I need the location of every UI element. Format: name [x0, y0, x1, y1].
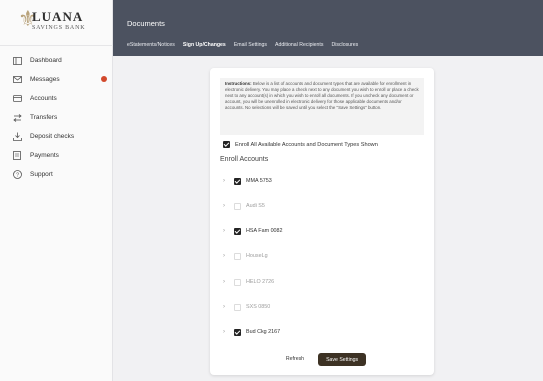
chevron-right-icon[interactable]: › — [220, 279, 228, 285]
chevron-right-icon[interactable]: › — [220, 178, 228, 184]
tab-estatements-notices[interactable]: eStatements/Notices — [127, 42, 175, 48]
account-name: HELO 2726 — [246, 279, 275, 285]
logo-subtitle: SAVINGS BANK — [32, 25, 86, 31]
sidebar-item-payments[interactable]: Payments — [0, 146, 113, 165]
account-checkbox[interactable] — [234, 303, 241, 311]
tab-disclosures[interactable]: Disclosures — [331, 42, 358, 48]
transfer-icon — [12, 113, 22, 123]
tab-additional-recipients[interactable]: Additional Recipients — [275, 42, 323, 48]
sidebar-item-label: Deposit checks — [30, 133, 75, 140]
deposit-icon — [12, 132, 22, 142]
sidebar-item-label: Payments — [30, 152, 59, 159]
account-name: SXS 0850 — [246, 304, 271, 310]
tab-sign-up-changes[interactable]: Sign Up/Changes — [183, 42, 226, 48]
account-row: › MMA 5753 — [220, 173, 424, 189]
tab-email-settings[interactable]: Email Settings — [234, 42, 267, 48]
sidebar-item-label: Messages — [30, 76, 60, 83]
logo-name: LUANA — [32, 9, 84, 24]
sidebar-nav: Dashboard Messages Accounts Transfers De… — [0, 51, 113, 184]
account-name: MMA 5753 — [246, 178, 272, 184]
action-bar: Refresh Save Settings — [210, 352, 434, 366]
chevron-right-icon[interactable]: › — [220, 203, 228, 209]
tab-bar: eStatements/Notices Sign Up/Changes Emai… — [127, 42, 366, 48]
sidebar-divider — [0, 45, 113, 46]
account-name: HSA Fam 0082 — [246, 228, 283, 234]
sidebar: ⚜ LUANA SAVINGS BANK Dashboard Messages … — [0, 0, 113, 381]
sidebar-item-dashboard[interactable]: Dashboard — [0, 51, 113, 70]
refresh-button[interactable]: Refresh — [278, 352, 312, 366]
chevron-right-icon[interactable]: › — [220, 304, 228, 310]
account-checkbox[interactable] — [234, 328, 241, 336]
account-name: HouseLg — [246, 253, 268, 259]
instructions-box: Instructions: Below is a list of account… — [220, 78, 424, 135]
account-checkbox[interactable] — [234, 202, 241, 210]
page-title: Documents — [127, 19, 165, 28]
notification-badge — [101, 76, 107, 82]
bank-logo[interactable]: ⚜ LUANA SAVINGS BANK — [18, 8, 100, 38]
enroll-all-checkbox[interactable] — [223, 141, 230, 148]
svg-text:?: ? — [15, 173, 18, 179]
account-row: › HouseLg — [220, 248, 424, 264]
chevron-right-icon[interactable]: › — [220, 329, 228, 335]
enroll-all-label: Enroll All Available Accounts and Docume… — [235, 141, 378, 148]
save-settings-button[interactable]: Save Settings — [318, 352, 367, 366]
enroll-all-option[interactable]: Enroll All Available Accounts and Docume… — [223, 141, 378, 148]
mail-icon — [12, 75, 22, 85]
account-checkbox[interactable] — [234, 227, 241, 235]
sidebar-item-deposit-checks[interactable]: Deposit checks — [0, 127, 113, 146]
chevron-right-icon[interactable]: › — [220, 253, 228, 259]
account-name: Audi S5 — [246, 203, 265, 209]
account-checkbox[interactable] — [234, 252, 241, 260]
sidebar-item-label: Dashboard — [30, 57, 62, 64]
sidebar-item-support[interactable]: ? Support — [0, 165, 113, 184]
dashboard-icon — [12, 56, 22, 66]
card-icon — [12, 94, 22, 104]
sidebar-item-messages[interactable]: Messages — [0, 70, 113, 89]
account-row: › SXS 0850 — [220, 299, 424, 315]
sidebar-item-label: Accounts — [30, 95, 57, 102]
sidebar-item-accounts[interactable]: Accounts — [0, 89, 113, 108]
header-bar: Documents eStatements/Notices Sign Up/Ch… — [113, 0, 543, 56]
account-row: › Audi S5 — [220, 198, 424, 214]
bill-icon — [12, 151, 22, 161]
account-row: › Bud Ckg 2167 — [220, 324, 424, 340]
account-row: › HSA Fam 0082 — [220, 223, 424, 239]
instructions-text: Below is a list of accounts and document… — [225, 81, 419, 110]
sidebar-item-transfers[interactable]: Transfers — [0, 108, 113, 127]
sidebar-item-label: Support — [30, 171, 53, 178]
account-checkbox[interactable] — [234, 278, 241, 286]
section-title: Enroll Accounts — [220, 156, 269, 163]
chevron-right-icon[interactable]: › — [220, 228, 228, 234]
instructions-heading: Instructions: — [225, 81, 252, 86]
account-name: Bud Ckg 2167 — [246, 329, 281, 335]
sidebar-item-label: Transfers — [30, 114, 58, 121]
support-icon: ? — [12, 170, 22, 180]
account-checkbox[interactable] — [234, 177, 241, 185]
enrollment-card: Instructions: Below is a list of account… — [210, 68, 434, 375]
account-row: › HELO 2726 — [220, 274, 424, 290]
